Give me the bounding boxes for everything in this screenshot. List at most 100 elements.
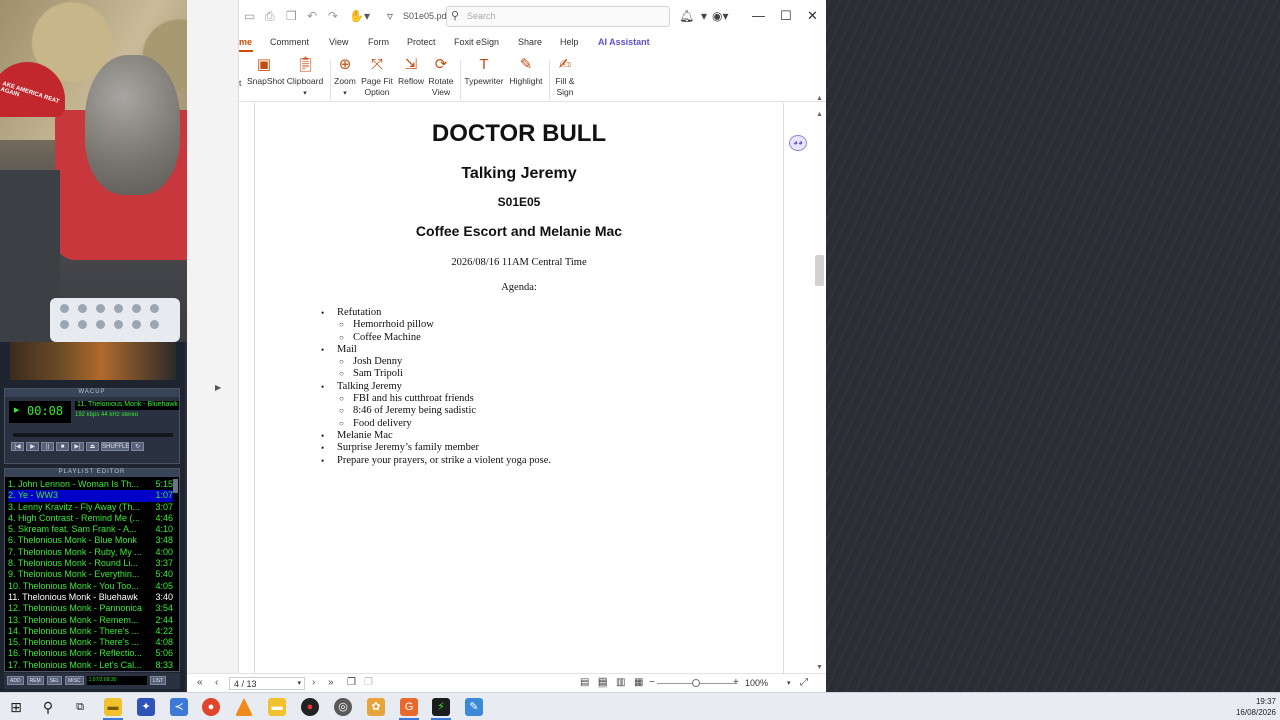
playlist-row[interactable]: 9. Thelonious Monk - Everythin... 5:40 xyxy=(8,569,173,580)
copy-icon[interactable]: ❐ xyxy=(286,9,297,23)
play-button[interactable]: ▶ xyxy=(26,442,39,451)
first-page-icon[interactable]: « xyxy=(197,677,203,688)
view-continuous-icon[interactable]: ▤ xyxy=(598,677,608,688)
add-button[interactable]: ADD xyxy=(7,676,24,685)
continuous-page-icon[interactable]: ❐ xyxy=(364,677,373,688)
typewriter-button[interactable]: T Typewriter xyxy=(464,56,504,87)
playlist-row[interactable]: 7. Thelonious Monk - Ruby, My ... 4:00 xyxy=(8,547,173,558)
redo-icon[interactable]: ↷ xyxy=(328,9,338,23)
previous-page-icon[interactable]: ‹ xyxy=(215,677,218,688)
zoom-level[interactable]: 100% ▾ xyxy=(745,677,797,690)
notification-dropdown-icon[interactable]: ▾ xyxy=(701,9,707,23)
repeat-button[interactable]: ↻ xyxy=(131,442,144,451)
playlist-row[interactable]: 3. Lenny Kravitz - Fly Away (Th... 3:07 xyxy=(8,502,173,513)
page-indicator[interactable]: 4 / 13 ▾ xyxy=(229,677,305,690)
zoom-in-icon[interactable]: + xyxy=(733,677,739,688)
tab-protect[interactable]: Protect xyxy=(407,37,436,47)
tab-ai-assistant[interactable]: AI Assistant xyxy=(598,37,650,47)
tab-share[interactable]: Share xyxy=(518,37,542,47)
misc-button[interactable]: MISC xyxy=(65,676,84,685)
rotate-view-button[interactable]: ⟳ Rotate View xyxy=(427,56,455,98)
view-single-icon[interactable]: ▤ xyxy=(580,677,589,688)
system-clock[interactable]: 19:37 16/08/2026 xyxy=(1226,696,1276,718)
playlist-row[interactable]: 15. Thelonious Monk - There's ... 4:08 xyxy=(8,637,173,648)
playlist-row[interactable]: 1. John Lennon - Woman Is Th... 5:15 xyxy=(8,479,173,490)
ai-assistant-icon[interactable]: ◕◕ xyxy=(789,135,807,151)
app-icon[interactable]: ✿ xyxy=(367,698,385,716)
seek-bar[interactable] xyxy=(13,433,173,437)
playlist-row[interactable]: 12. Thelonious Monk - Pannonica 3:54 xyxy=(8,603,173,614)
playlist-scrollbar[interactable] xyxy=(173,479,178,493)
clipboard-button[interactable]: 📋︎ Clipboard ▾ xyxy=(286,56,324,99)
zoom-out-icon[interactable]: − xyxy=(649,677,655,688)
task-view-icon[interactable]: ⧉ xyxy=(71,698,89,716)
folder-icon[interactable]: ▬ xyxy=(268,698,286,716)
save-icon[interactable]: ▭ xyxy=(244,9,255,23)
winamp-icon[interactable]: ⚡ xyxy=(432,698,450,716)
playlist-row[interactable]: 4. High Contrast - Remind Me (... 4:46 xyxy=(8,513,173,524)
tab-home[interactable]: me xyxy=(239,37,252,47)
playlist-row[interactable]: 10. Thelonious Monk - You Too... 4:05 xyxy=(8,581,173,592)
highlight-button[interactable]: ✎ Highlight xyxy=(508,56,544,87)
chrome-icon[interactable]: ● xyxy=(202,698,220,716)
vertical-scrollbar-thumb[interactable] xyxy=(815,255,824,286)
print-icon[interactable]: ⎙ xyxy=(265,9,275,24)
shuffle-button[interactable]: SHUFFLE xyxy=(101,442,129,451)
list-button[interactable]: LIST xyxy=(149,676,167,685)
scroll-down-icon[interactable]: ▼ xyxy=(816,664,823,671)
view-facing-continuous-icon[interactable]: ▦ xyxy=(634,677,643,688)
zoom-button[interactable]: ⊕ Zoom ▾ xyxy=(333,56,357,99)
scroll-up-icon[interactable]: ▲ xyxy=(816,111,823,118)
scroll-up-icon[interactable]: ▲ xyxy=(816,95,823,102)
file-explorer-icon[interactable]: ▬ xyxy=(104,698,122,716)
next-button[interactable]: ▶| xyxy=(71,442,84,451)
hand-tool-icon[interactable]: ✋▾ xyxy=(349,9,370,23)
paint-icon[interactable]: ✎ xyxy=(465,698,483,716)
last-page-icon[interactable]: » xyxy=(328,677,334,688)
playlist-row[interactable]: 2. Ye - WW3 1:07 xyxy=(8,490,173,502)
playlist-row[interactable]: 14. Thelonious Monk - There's ... 4:22 xyxy=(8,626,173,637)
next-page-icon[interactable]: › xyxy=(312,677,315,688)
fullscreen-icon[interactable]: ⤢ xyxy=(800,677,808,688)
tab-foxit-esign[interactable]: Foxit eSign xyxy=(454,37,499,47)
eject-button[interactable]: ⏏ xyxy=(86,442,99,451)
playlist-row[interactable]: 16. Thelonious Monk - Reflectio... 5:06 xyxy=(8,648,173,659)
reflow-button[interactable]: ⇲ Reflow xyxy=(397,56,425,87)
close-icon[interactable]: ✕ xyxy=(807,8,818,24)
foxit-icon[interactable]: G xyxy=(400,698,418,716)
app-icon[interactable]: ✦ xyxy=(137,698,155,716)
undo-icon[interactable]: ↶ xyxy=(307,9,317,23)
tab-help[interactable]: Help xyxy=(560,37,579,47)
tab-view[interactable]: View xyxy=(329,37,348,47)
view-facing-icon[interactable]: ▥ xyxy=(616,677,625,688)
fill-sign-button[interactable]: ✍ Fill & Sign xyxy=(552,56,578,98)
vscode-icon[interactable]: ≺ xyxy=(170,698,188,716)
vlc-icon[interactable] xyxy=(235,698,253,716)
stop-button[interactable]: ■ xyxy=(56,442,69,451)
start-icon[interactable]: ⊞ xyxy=(7,698,25,716)
account-icon[interactable]: ◉▾ xyxy=(712,9,729,23)
minimize-icon[interactable]: — xyxy=(752,8,765,23)
zoom-slider-knob[interactable] xyxy=(692,679,700,687)
pause-button[interactable]: || xyxy=(41,442,54,451)
search-box[interactable]: ⚲ Search xyxy=(446,6,670,27)
page-fit-option-button[interactable]: ⤧ Page Fit Option xyxy=(361,56,393,98)
search-icon[interactable]: ⚲ xyxy=(39,698,57,716)
rem-button[interactable]: REM xyxy=(26,676,44,685)
customize-icon[interactable]: ▿ xyxy=(387,9,393,23)
tab-comment[interactable]: Comment xyxy=(270,37,309,47)
single-page-icon[interactable]: ❐ xyxy=(347,677,356,688)
obs-icon[interactable]: ● xyxy=(301,698,319,716)
expand-panel-icon[interactable]: ▶ xyxy=(215,383,221,392)
playlist-row[interactable]: 8. Thelonious Monk - Round Li... 3:37 xyxy=(8,558,173,569)
app-icon[interactable]: ◎ xyxy=(334,698,352,716)
sel-button[interactable]: SEL xyxy=(46,676,63,685)
playlist-row[interactable]: 11. Thelonious Monk - Bluehawk 3:40 xyxy=(8,592,173,603)
playlist-row[interactable]: 17. Thelonious Monk - Let's Cal... 8:33 xyxy=(8,660,173,669)
playlist-row[interactable]: 13. Thelonious Monk - Remem... 2:44 xyxy=(8,615,173,626)
maximize-icon[interactable]: ☐ xyxy=(780,8,792,24)
prev-button[interactable]: |◀ xyxy=(11,442,24,451)
bell-icon[interactable]: 🔔︎ xyxy=(679,9,694,23)
snapshot-button[interactable]: ▣ SnapShot xyxy=(247,56,284,87)
playlist-row[interactable]: 6. Thelonious Monk - Blue Monk 3:48 xyxy=(8,535,173,546)
